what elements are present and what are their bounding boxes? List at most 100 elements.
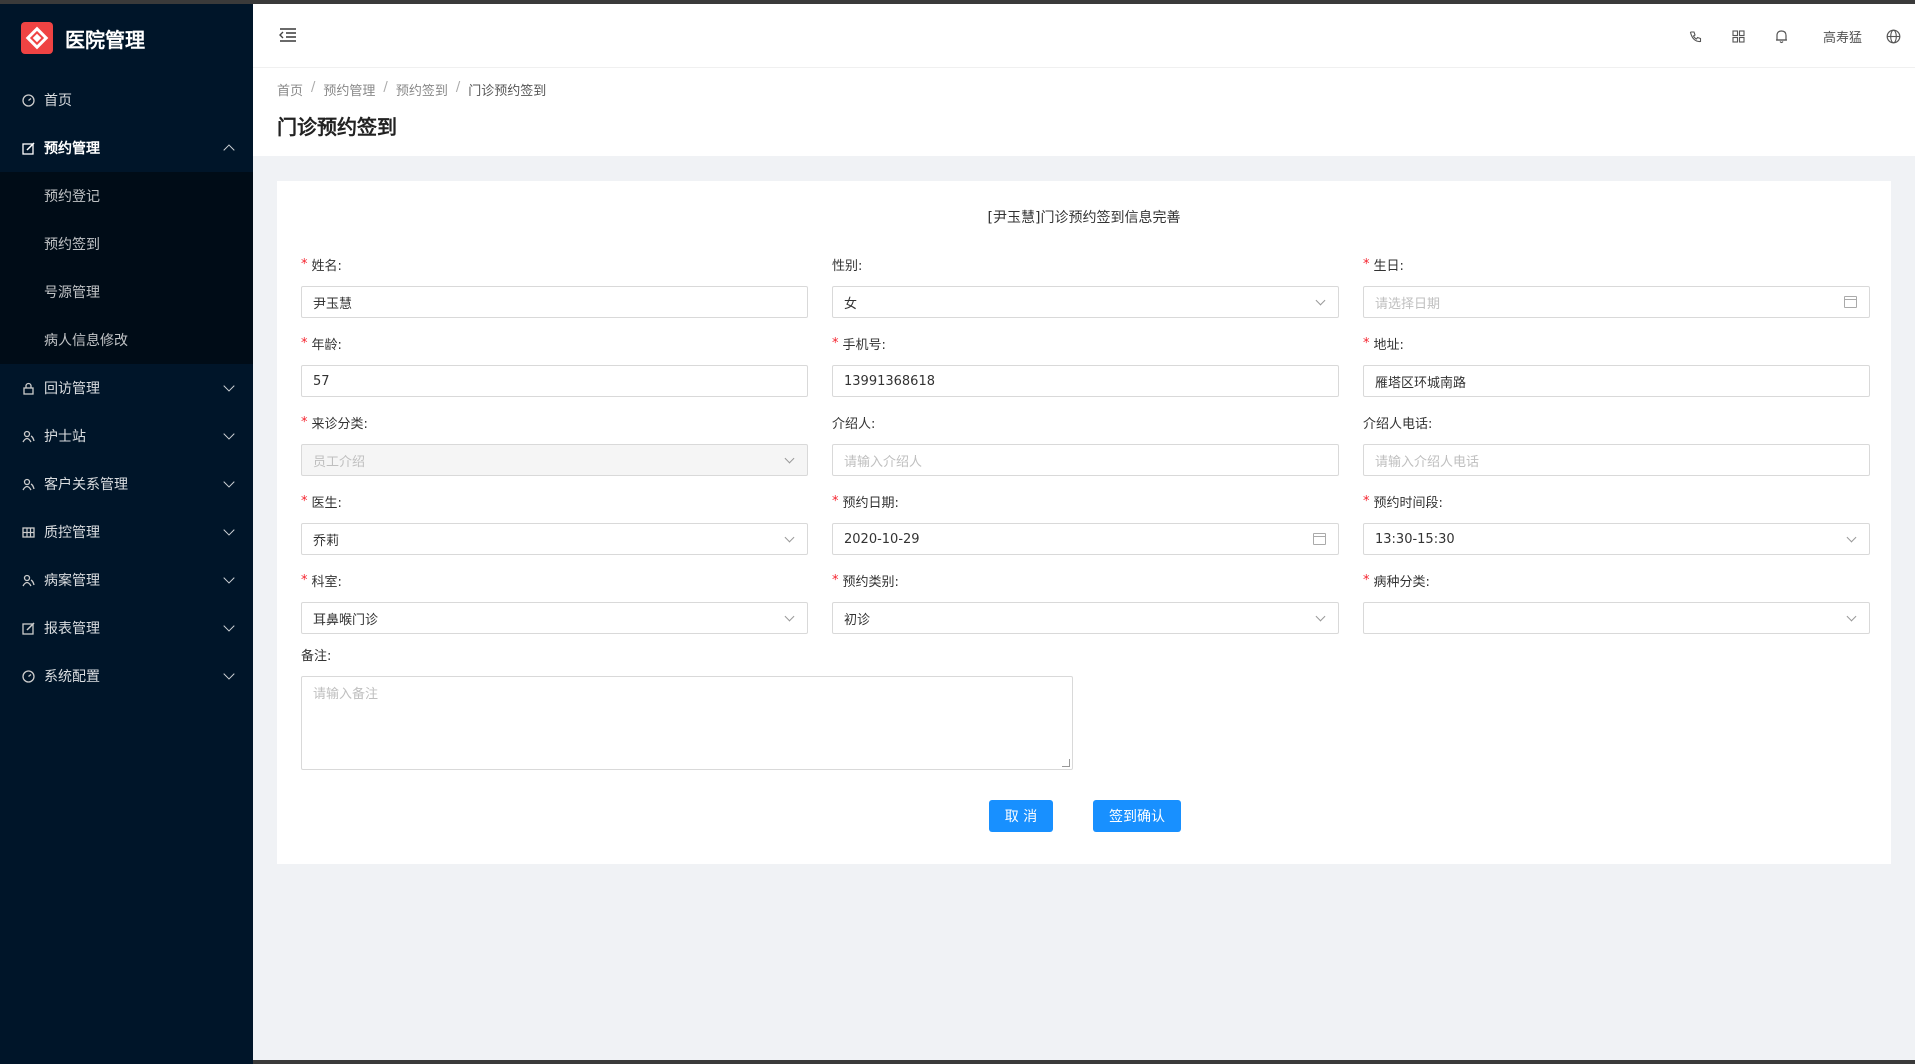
submenu-item-register[interactable]: 预约登记 <box>0 172 253 220</box>
appointment-date-picker[interactable]: 2020-10-29 <box>832 523 1339 555</box>
sidebar-item-records[interactable]: 病案管理 <box>0 556 253 604</box>
remark-textarea[interactable]: 请输入备注 <box>301 676 1073 770</box>
field-placeholder: 请输入介绍人电话 <box>1375 454 1480 470</box>
field-label-text: 性别: <box>832 258 863 274</box>
department-select[interactable]: 耳鼻喉门诊 <box>301 602 808 634</box>
user-name[interactable]: 高寿猛 <box>1803 27 1872 46</box>
required-asterisk: * <box>301 572 308 588</box>
checkin-form-card: [尹玉慧]门诊预约签到信息完善 * 姓名: 尹玉慧 性别: 女 * 生日: 请选择日期 * 年龄:… <box>277 181 1891 864</box>
user-icon <box>21 477 35 491</box>
globe-icon[interactable] <box>1872 4 1915 68</box>
field-label-text: 介绍人电话: <box>1363 416 1433 432</box>
field-label: * 病种分类: <box>1363 569 1870 591</box>
chevron-down-icon <box>223 476 235 488</box>
form-title: [尹玉慧]门诊预约签到信息完善 <box>987 210 1181 226</box>
birthday-picker[interactable]: 请选择日期 <box>1363 286 1870 318</box>
edit-icon <box>21 141 35 155</box>
referrer-field-group: 介绍人: 请输入介绍人 <box>832 411 1339 476</box>
field-value: 雁塔区环城南路 <box>1375 375 1467 391</box>
appointment-submenu: 预约登记 预约签到 号源管理 病人信息修改 <box>0 172 253 364</box>
field-label: * 生日: <box>1363 253 1870 275</box>
sidebar-item-quality[interactable]: 质控管理 <box>0 508 253 556</box>
sidebar-item-reports[interactable]: 报表管理 <box>0 604 253 652</box>
field-label: * 地址: <box>1363 332 1870 354</box>
doctor-select-group: * 医生: 乔莉 <box>301 490 808 555</box>
gender-select[interactable]: 女 <box>832 286 1339 318</box>
phone-field[interactable]: 13991368618 <box>832 365 1339 397</box>
chevron-down-icon <box>1315 295 1326 306</box>
age-field[interactable]: 57 <box>301 365 808 397</box>
doctor-select[interactable]: 乔莉 <box>301 523 808 555</box>
logo[interactable]: 医院管理 <box>0 0 253 76</box>
referrer-field[interactable]: 请输入介绍人 <box>832 444 1339 476</box>
required-asterisk: * <box>1363 256 1370 272</box>
age-field-group: * 年龄: 57 <box>301 332 808 397</box>
chevron-down-icon <box>223 428 235 440</box>
sidebar-item-label: 质控管理 <box>44 525 100 541</box>
field-label: * 科室: <box>301 569 808 591</box>
field-label-text: 手机号: <box>842 337 886 353</box>
menu-fold-icon[interactable] <box>279 26 297 44</box>
field-placeholder: 请选择日期 <box>1375 296 1441 312</box>
confirm-checkin-button[interactable]: 签到确认 <box>1093 800 1181 832</box>
sidebar-item-followup[interactable]: 回访管理 <box>0 364 253 412</box>
cancel-button[interactable]: 取 消 <box>989 800 1053 832</box>
required-asterisk: * <box>1363 493 1370 509</box>
calendar-icon <box>1844 296 1857 308</box>
sidebar-item-appointment[interactable]: 预约管理 <box>0 124 253 172</box>
edit-icon <box>21 621 35 635</box>
submenu-item-source[interactable]: 号源管理 <box>0 268 253 316</box>
page-title: 门诊预约签到 <box>277 115 397 139</box>
chevron-down-icon <box>784 611 795 622</box>
sidebar-item-nurse[interactable]: 护士站 <box>0 412 253 460</box>
referrer-phone-field[interactable]: 请输入介绍人电话 <box>1363 444 1870 476</box>
phone-icon[interactable] <box>1674 4 1717 68</box>
chevron-down-icon <box>223 620 235 632</box>
bell-icon[interactable] <box>1760 4 1803 68</box>
sidebar-item-label: 报表管理 <box>44 621 100 637</box>
apps-grid-icon[interactable] <box>1717 4 1760 68</box>
sidebar-item-home[interactable]: 首页 <box>0 76 253 124</box>
sidebar-item-label: 回访管理 <box>44 381 100 397</box>
field-value: 13:30-15:30 <box>1375 531 1455 547</box>
required-asterisk: * <box>1363 335 1370 351</box>
name-field[interactable]: 尹玉慧 <box>301 286 808 318</box>
lock-icon <box>21 381 35 395</box>
field-value: 员工介绍 <box>313 454 366 470</box>
sidebar-menu: 首页 预约管理 预约登记 预约签到 号源管理 病人信息修改 回访管理 护士站 客… <box>0 76 253 700</box>
required-asterisk: * <box>301 493 308 509</box>
field-value: 乔莉 <box>313 533 340 549</box>
disease-category-select[interactable] <box>1363 602 1870 634</box>
birthday-picker-group: * 生日: 请选择日期 <box>1363 253 1870 318</box>
resize-handle-icon[interactable] <box>1062 759 1070 767</box>
submenu-item-checkin[interactable]: 预约签到 <box>0 220 253 268</box>
sidebar-item-label: 护士站 <box>44 429 86 445</box>
sidebar-item-label: 病案管理 <box>44 573 100 589</box>
field-value: 57 <box>313 373 330 389</box>
app-title: 医院管理 <box>65 27 145 52</box>
field-label: * 预约类别: <box>832 569 1339 591</box>
dashboard-icon <box>21 93 35 107</box>
field-label-text: 预约类别: <box>842 574 899 590</box>
sidebar-item-crm[interactable]: 客户关系管理 <box>0 460 253 508</box>
breadcrumb-appointment[interactable]: 预约管理 <box>323 80 375 99</box>
submenu-item-patient-edit[interactable]: 病人信息修改 <box>0 316 253 364</box>
appointment-type-select[interactable]: 初诊 <box>832 602 1339 634</box>
field-label: * 年龄: <box>301 332 808 354</box>
visit-category-select-group: * 来诊分类: 员工介绍 <box>301 411 808 476</box>
field-label-text: 预约日期: <box>842 495 899 511</box>
chevron-down-icon <box>223 668 235 680</box>
field-label-text: 年龄: <box>311 337 342 353</box>
address-field[interactable]: 雁塔区环城南路 <box>1363 365 1870 397</box>
field-label: * 预约日期: <box>832 490 1339 512</box>
remark-placeholder: 请输入备注 <box>313 687 379 702</box>
time-slot-select[interactable]: 13:30-15:30 <box>1363 523 1870 555</box>
breadcrumb-home[interactable]: 首页 <box>277 80 303 99</box>
sidebar-item-settings[interactable]: 系统配置 <box>0 652 253 700</box>
page-header: 首页 / 预约管理 / 预约签到 / 门诊预约签到 门诊预约签到 <box>253 68 1915 156</box>
breadcrumb-checkin[interactable]: 预约签到 <box>396 80 448 99</box>
hospital-logo-icon <box>21 22 53 54</box>
required-asterisk: * <box>1363 572 1370 588</box>
department-select-group: * 科室: 耳鼻喉门诊 <box>301 569 808 634</box>
field-label: * 姓名: <box>301 253 808 275</box>
